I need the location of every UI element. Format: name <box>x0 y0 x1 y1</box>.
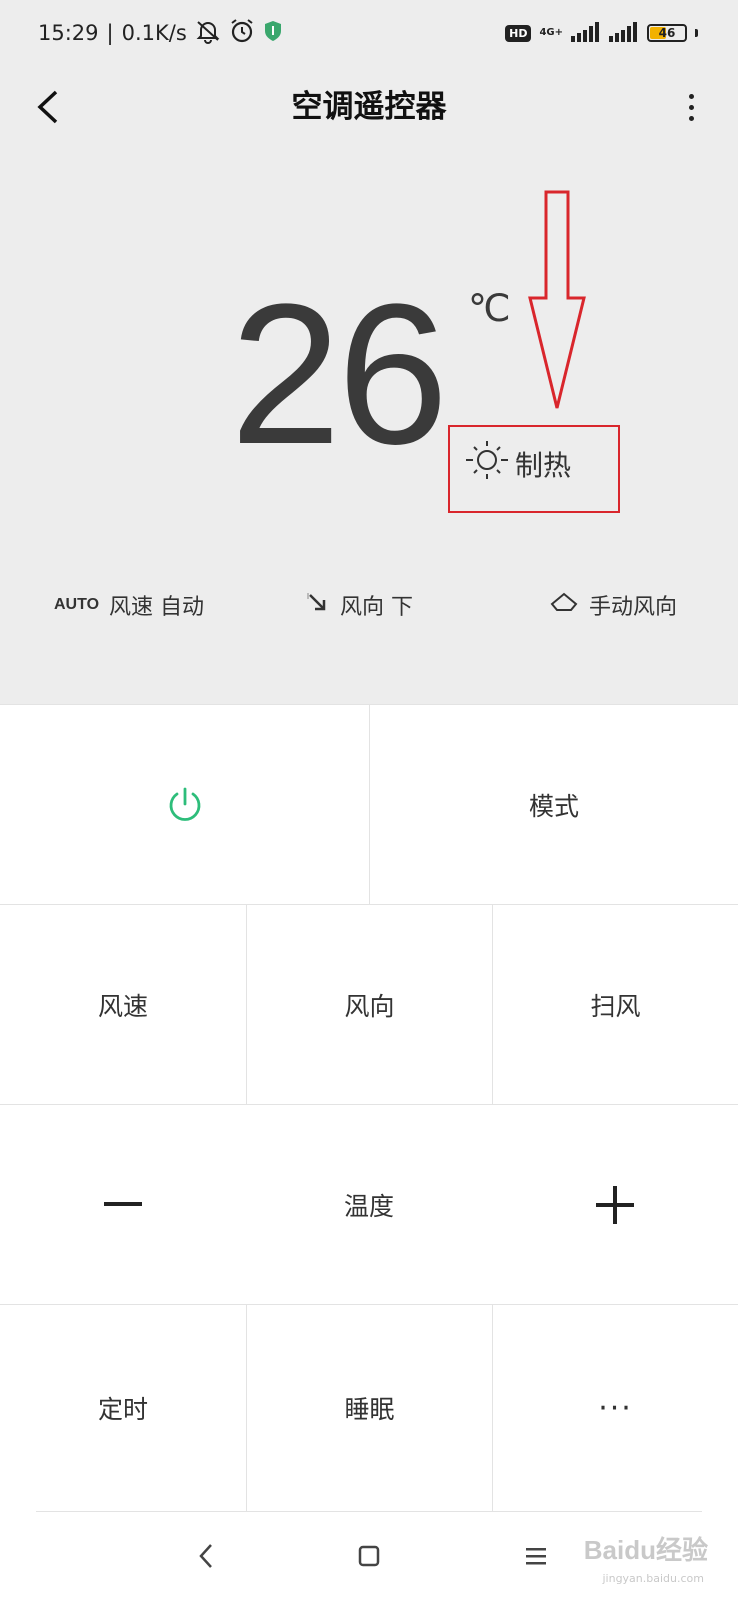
watermark-logo: Baidu经验 <box>583 1535 708 1565</box>
arrow-down-right-icon <box>304 589 330 621</box>
nav-home-button[interactable] <box>345 1532 393 1580</box>
annotation-arrow <box>528 190 586 409</box>
temperature-increase-button[interactable] <box>492 1105 738 1304</box>
hd-badge: HD <box>505 24 532 42</box>
controls-row-3: 温度 <box>0 1104 738 1304</box>
battery-level: 46 <box>658 26 676 40</box>
dot <box>688 115 694 121</box>
nav-menu-button[interactable] <box>512 1532 560 1580</box>
network-type: 4G+ <box>539 27 563 38</box>
status-row: AUTO 风速 自动 风向 下 手动风向 <box>0 585 738 625</box>
manual-direction-label: 手动风向 <box>589 595 678 620</box>
more-options-button[interactable] <box>676 82 706 132</box>
mute-bell-icon <box>195 18 221 49</box>
shield-icon <box>263 20 283 47</box>
auto-icon: AUTO <box>54 596 100 613</box>
temperature-unit: ℃ <box>468 288 511 330</box>
status-bar-left: 15:29 | 0.1K/s <box>38 18 283 48</box>
page-title: 空调遥控器 <box>291 89 447 125</box>
wind-direction-button[interactable]: 风向 <box>246 905 492 1104</box>
mode-indicator: 制热 <box>465 440 571 487</box>
more-controls-button[interactable]: ··· <box>492 1305 738 1511</box>
mode-button[interactable]: 模式 <box>369 705 738 904</box>
plus-icon <box>596 1185 634 1224</box>
minus-icon <box>104 1201 142 1206</box>
network-speed: 0.1K/s <box>121 21 187 45</box>
wind-direction-status: 风向 下 <box>304 585 413 625</box>
controls-row-4: 定时 睡眠 ··· <box>0 1304 738 1511</box>
wind-speed-status: AUTO 风速 自动 <box>54 585 204 625</box>
chevron-up-icon <box>549 590 579 620</box>
controls-row-2: 风速 风向 扫风 <box>0 904 738 1104</box>
watermark-url: jingyan.baidu.com <box>602 1572 704 1585</box>
signal-icon <box>571 21 601 45</box>
wind-speed-button[interactable]: 风速 <box>0 905 246 1104</box>
dot <box>688 104 694 110</box>
battery-icon: 46 <box>647 24 687 42</box>
alarm-icon <box>229 18 255 49</box>
menu-icon <box>526 1548 546 1565</box>
wind-speed-status-label: 风速 自动 <box>109 595 205 620</box>
power-icon <box>169 787 200 821</box>
nav-home-icon <box>358 1545 380 1567</box>
clock: 15:29 <box>38 21 99 45</box>
temperature-value: 26 <box>230 263 448 486</box>
controls-row-1: 模式 <box>0 704 738 904</box>
sun-icon <box>465 440 509 487</box>
status-separator: | <box>106 21 114 45</box>
sleep-button[interactable]: 睡眠 <box>246 1305 492 1511</box>
signal-icon <box>609 21 639 45</box>
timer-button[interactable]: 定时 <box>0 1305 246 1511</box>
battery-tip <box>695 29 698 37</box>
swing-button[interactable]: 扫风 <box>492 905 738 1104</box>
wind-direction-status-label: 风向 下 <box>340 595 413 620</box>
manual-direction-status: 手动风向 <box>549 585 677 625</box>
temperature-decrease-button[interactable] <box>0 1105 246 1304</box>
nav-back-button[interactable] <box>182 1532 230 1580</box>
nav-back-icon <box>199 1544 212 1568</box>
mode-label: 制热 <box>515 448 572 482</box>
temperature-label: 温度 <box>343 1191 394 1221</box>
dot <box>688 93 694 99</box>
power-button[interactable] <box>0 705 369 904</box>
status-bar-right: HD 4G+ 46 <box>505 18 698 48</box>
